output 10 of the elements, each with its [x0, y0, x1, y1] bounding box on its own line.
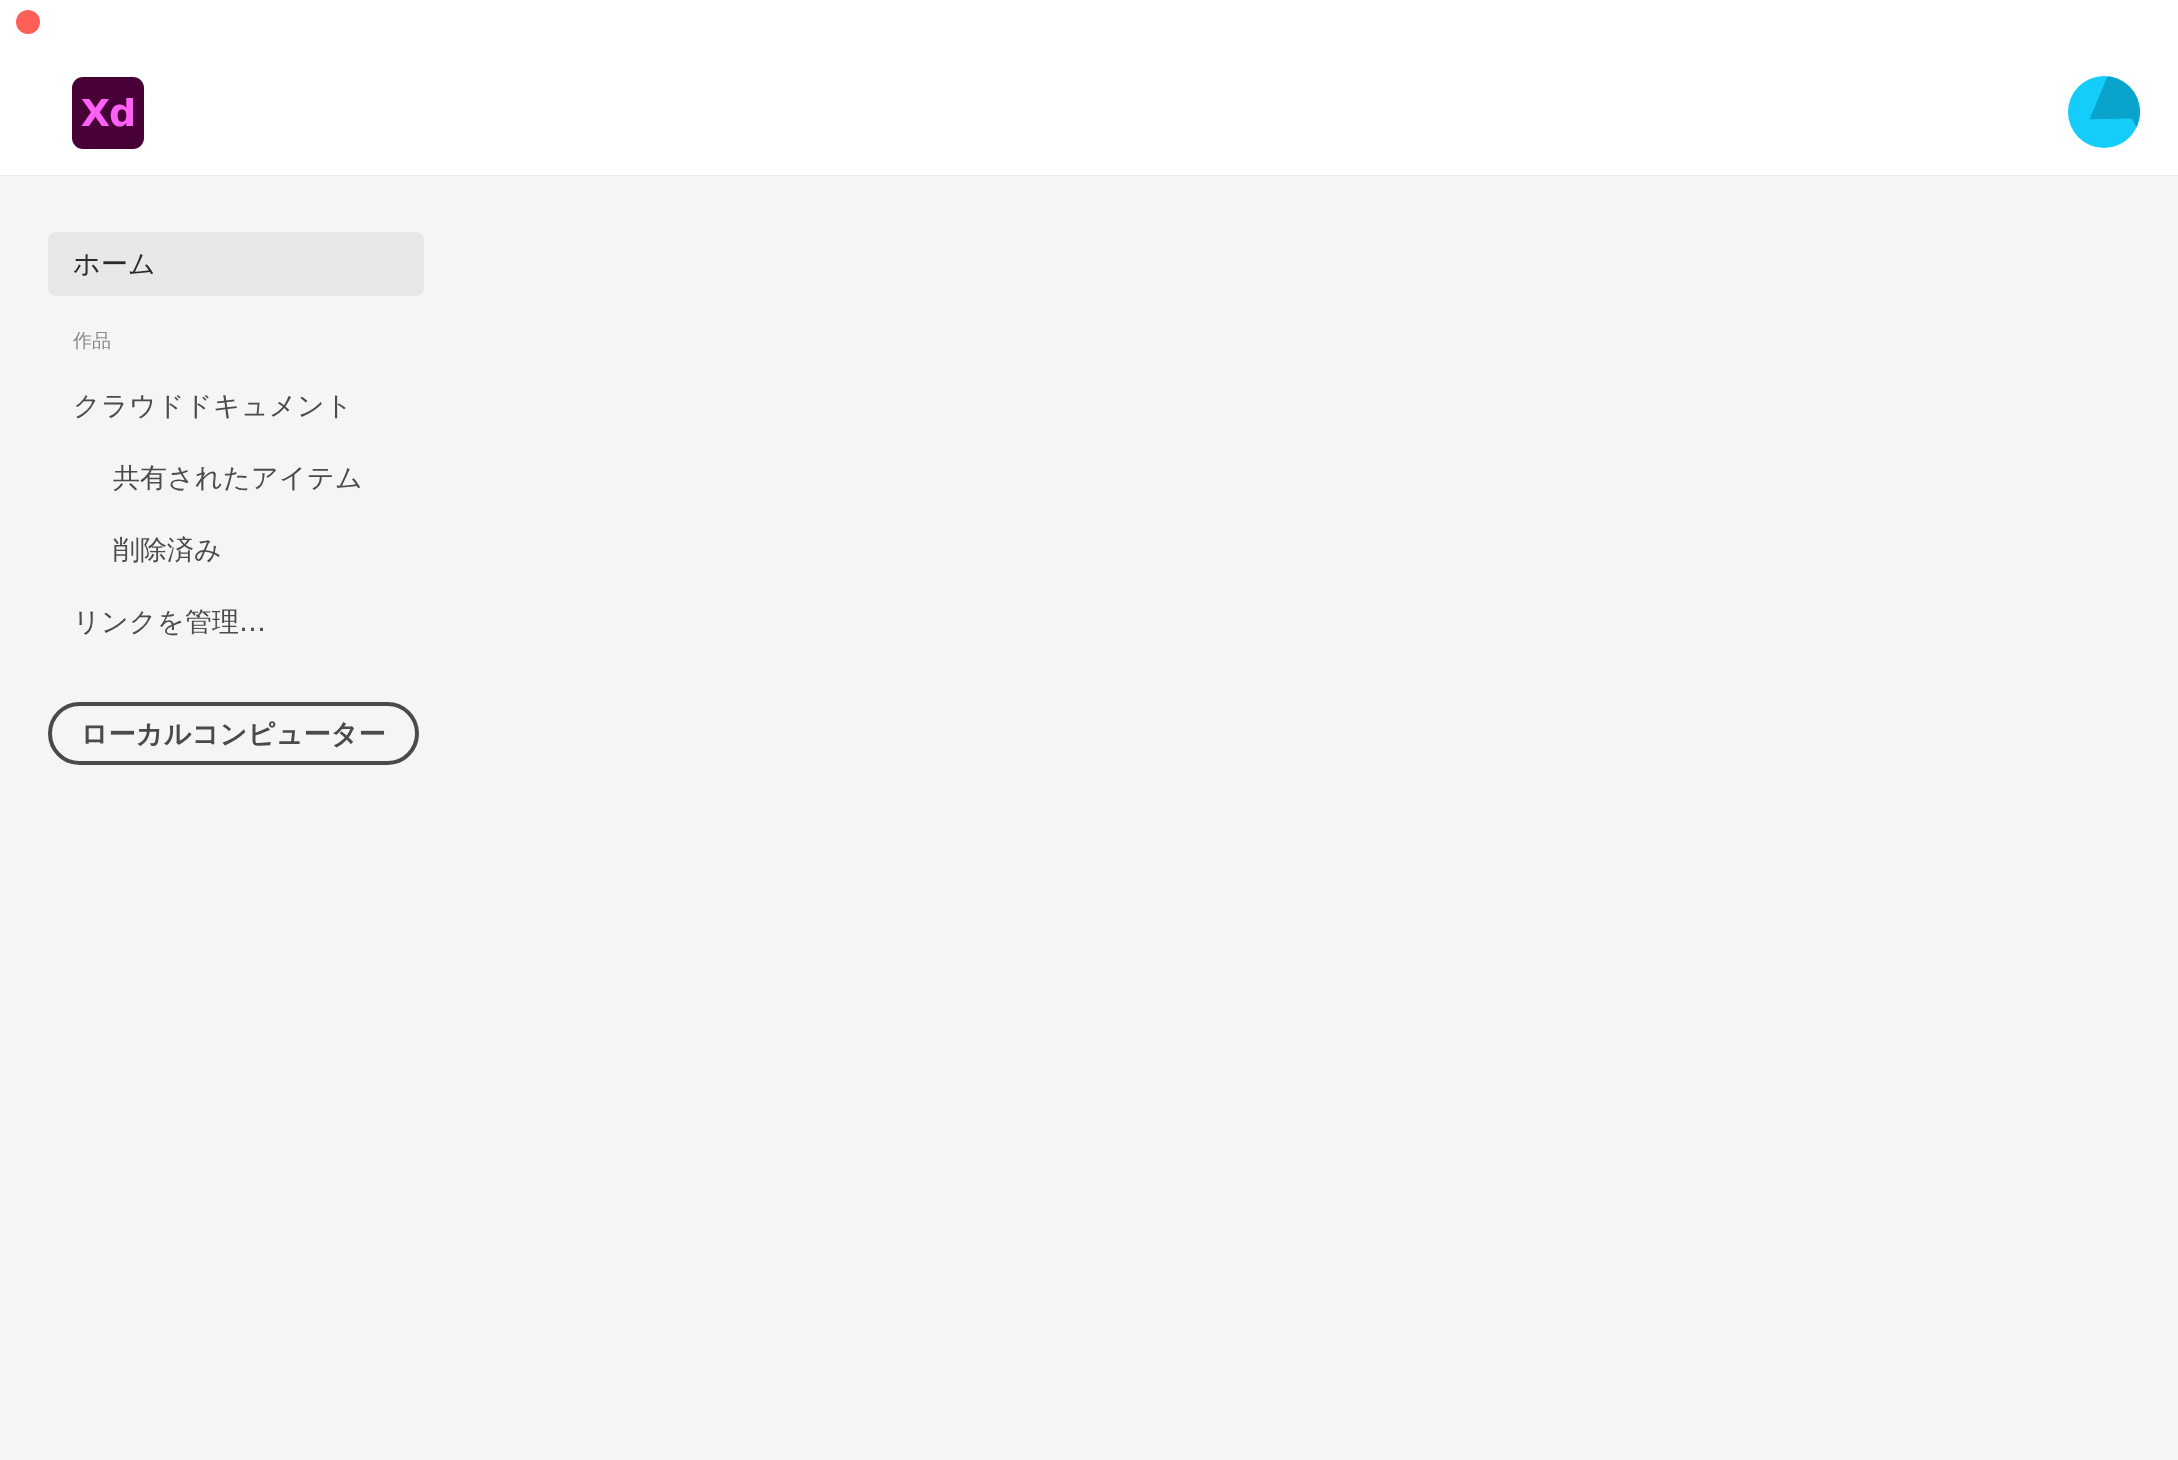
sidebar-item[interactable]: リンクを管理…	[48, 586, 424, 658]
app-logo: Xd	[72, 77, 144, 149]
local-computer-button[interactable]: ローカルコンピューター	[48, 702, 419, 765]
avatar-icon[interactable]	[2068, 76, 2140, 148]
sidebar-item[interactable]: ホーム	[48, 232, 424, 296]
close-icon[interactable]	[16, 10, 40, 34]
section-heading: 作品	[73, 328, 111, 353]
sidebar-item[interactable]: 削除済み	[48, 514, 424, 586]
sidebar-item[interactable]: 共有されたアイテム	[48, 442, 424, 514]
sidebar-item[interactable]: クラウドドキュメント	[48, 370, 424, 442]
